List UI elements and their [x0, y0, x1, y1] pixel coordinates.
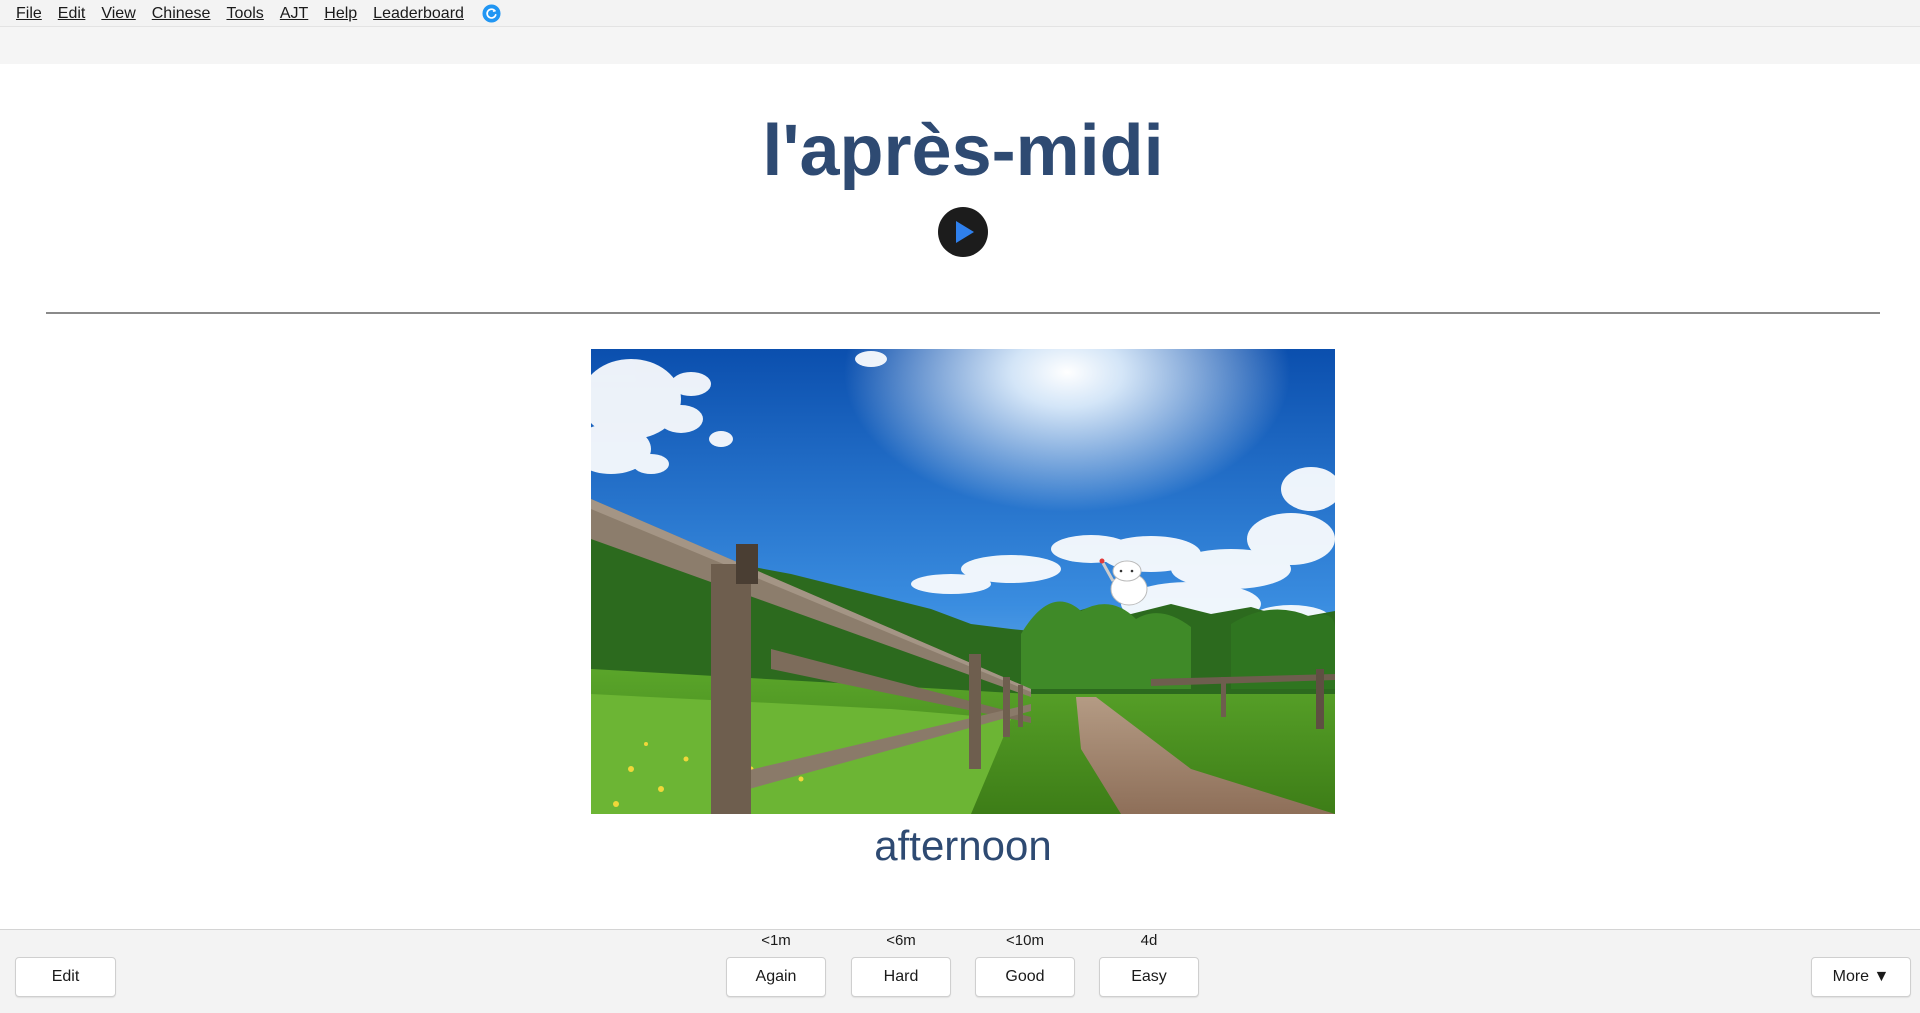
menu-view[interactable]: View — [93, 0, 143, 27]
back-word: afternoon — [874, 822, 1052, 869]
bottom-bar — [0, 930, 1920, 1013]
play-icon — [956, 221, 974, 243]
hard-button[interactable]: Hard — [851, 957, 951, 997]
good-button[interactable]: Good — [975, 957, 1075, 997]
good-interval: <10m — [1006, 932, 1044, 949]
menu-tools[interactable]: Tools — [218, 0, 271, 27]
toolbar — [0, 28, 1920, 64]
edit-button[interactable]: Edit — [15, 957, 116, 997]
menu-edit[interactable]: Edit — [50, 0, 94, 27]
sync-icon[interactable] — [482, 3, 502, 23]
hard-interval: <6m — [886, 932, 916, 949]
menu-help[interactable]: Help — [316, 0, 365, 27]
menubar: File Edit View Chinese Tools AJT Help Le… — [0, 0, 1920, 27]
menu-file[interactable]: File — [8, 0, 50, 27]
menu-chinese[interactable]: Chinese — [144, 0, 219, 27]
play-audio-button[interactable] — [938, 207, 988, 257]
menu-ajt[interactable]: AJT — [272, 0, 316, 27]
again-interval: <1m — [761, 932, 791, 949]
card-content: l'après-midi afternoon — [0, 64, 1920, 930]
easy-interval: 4d — [1140, 932, 1158, 949]
more-button[interactable]: More ▼ — [1811, 957, 1911, 997]
divider — [46, 312, 1880, 314]
front-word: l'après-midi — [762, 111, 1164, 191]
easy-button[interactable]: Easy — [1099, 957, 1199, 997]
card-image — [591, 349, 1335, 814]
again-button[interactable]: Again — [726, 957, 826, 997]
menu-leaderboard[interactable]: Leaderboard — [365, 0, 472, 27]
